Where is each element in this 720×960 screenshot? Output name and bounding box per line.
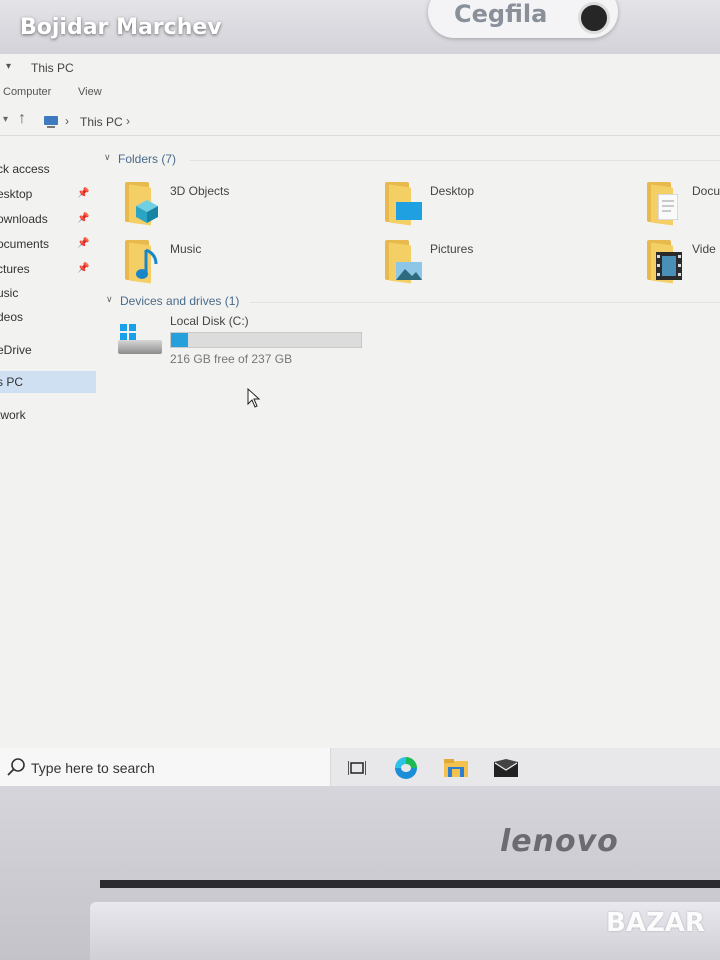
content-pane: ∨ Folders (7) 3D Objects Desktop Docu Mu… <box>100 144 720 764</box>
landscape-icon <box>396 262 422 280</box>
quick-access-dropdown-icon[interactable]: ▾ <box>6 61 11 72</box>
mouse-pointer-icon <box>247 388 261 408</box>
nav-item-this-pc[interactable]: s PC <box>0 371 96 393</box>
nav-item-label: s PC <box>0 375 24 389</box>
hard-drive-icon <box>118 324 164 358</box>
mail-button[interactable] <box>482 748 530 786</box>
ribbon-tabs: Computer View <box>0 82 720 104</box>
folder-pictures[interactable]: Pictures <box>382 238 612 288</box>
folder-icon <box>382 180 422 226</box>
file-explorer-icon <box>444 759 468 777</box>
folder-music[interactable]: Music <box>122 238 352 288</box>
document-icon <box>658 194 678 220</box>
music-note-icon <box>136 248 158 279</box>
address-bar[interactable]: ▾ ↑ › This PC › <box>0 109 720 136</box>
folder-label: Docu <box>692 184 720 198</box>
folder-icon <box>122 238 162 284</box>
collapse-chevron-icon[interactable]: ∨ <box>104 152 111 163</box>
folder-icon <box>382 238 422 284</box>
nav-item-label: ck access <box>0 162 50 176</box>
nav-item-documents[interactable]: ocuments 📌 <box>0 233 96 255</box>
folder-label: Vide <box>692 242 716 256</box>
this-pc-icon <box>44 116 58 128</box>
folder-icon <box>122 180 162 226</box>
nav-item-label: eDrive <box>0 343 32 357</box>
nav-item-label: deos <box>0 310 24 324</box>
group-divider <box>190 160 720 161</box>
pin-icon: 📌 <box>77 213 90 224</box>
drive-usage-fill <box>171 333 188 347</box>
up-arrow-icon[interactable]: ↑ <box>18 110 26 128</box>
folder-label: 3D Objects <box>170 184 230 198</box>
watermark: BAZAR <box>606 908 705 938</box>
task-view-icon <box>348 761 366 775</box>
laptop-bottom-bezel: lenovo BAZAR <box>0 786 720 960</box>
mail-icon <box>494 759 518 777</box>
desktop-icon <box>396 202 422 220</box>
nav-item-label: twork <box>0 408 26 422</box>
folder-label: Music <box>170 242 202 256</box>
edge-icon <box>395 757 417 779</box>
folders-group-header[interactable]: Folders (7) <box>118 152 176 166</box>
breadcrumb-this-pc[interactable]: This PC <box>80 115 123 129</box>
drive-free-space: 216 GB free of 237 GB <box>170 352 293 366</box>
nav-item-onedrive[interactable]: eDrive <box>0 339 96 361</box>
taskbar: Type here to search <box>0 748 720 786</box>
nav-item-network[interactable]: twork <box>0 404 96 426</box>
group-divider <box>250 302 720 303</box>
film-icon <box>656 252 682 280</box>
laptop-hinge <box>100 880 720 888</box>
drive-local-disk-c[interactable]: Local Disk (C:) 216 GB free of 237 GB <box>118 314 378 374</box>
nav-item-label: esktop <box>0 187 33 201</box>
drive-usage-bar <box>170 332 362 348</box>
file-explorer-button[interactable] <box>432 748 480 786</box>
laptop-screen: ▾ This PC Computer View ▾ ↑ › This PC › … <box>0 54 720 786</box>
breadcrumb-chevron-icon[interactable]: › <box>65 114 69 128</box>
folder-label: Desktop <box>430 184 475 198</box>
folder-documents[interactable]: Docu <box>644 180 720 230</box>
pin-icon: 📌 <box>77 263 90 274</box>
laptop-brand-logo: lenovo <box>500 824 619 859</box>
window-title: This PC <box>31 61 74 75</box>
folder-label: Pictures <box>430 242 474 256</box>
search-placeholder: Type here to search <box>31 760 155 776</box>
webcam-shutter-label: Cegfila <box>454 0 548 28</box>
folder-icon <box>644 238 684 284</box>
drive-label: Local Disk (C:) <box>170 314 249 328</box>
webcam-lens-icon <box>578 2 610 34</box>
folder-3d-objects[interactable]: 3D Objects <box>122 180 352 230</box>
pin-icon: 📌 <box>77 238 90 249</box>
collapse-chevron-icon[interactable]: ∨ <box>106 294 113 305</box>
webcam-shutter: Cegfila <box>428 0 618 38</box>
folder-videos[interactable]: Vide <box>644 238 720 288</box>
laptop-top-bezel: Bojidar Marchev Cegfila <box>0 0 720 56</box>
nav-item-quick-access[interactable]: ck access <box>0 158 96 180</box>
tab-computer[interactable]: Computer <box>3 86 51 98</box>
nav-item-downloads[interactable]: ownloads 📌 <box>0 208 96 230</box>
search-icon <box>7 758 25 776</box>
task-view-button[interactable] <box>332 748 380 786</box>
nav-item-desktop[interactable]: esktop 📌 <box>0 183 96 205</box>
navigation-pane: ck access esktop 📌 ownloads 📌 ocuments 📌 ct… <box>0 154 100 754</box>
breadcrumb-chevron-icon[interactable]: › <box>126 114 130 128</box>
nav-item-pictures[interactable]: ctures 📌 <box>0 258 96 280</box>
nav-item-music[interactable]: usic <box>0 282 96 304</box>
tab-view[interactable]: View <box>78 86 102 98</box>
pin-icon: 📌 <box>77 188 90 199</box>
nav-item-videos[interactable]: deos <box>0 306 96 328</box>
nav-item-label: usic <box>0 286 19 300</box>
devices-group-header[interactable]: Devices and drives (1) <box>120 294 239 308</box>
recent-locations-icon[interactable]: ▾ <box>3 114 8 125</box>
seller-name-overlay: Bojidar Marchev <box>20 15 222 40</box>
nav-item-label: ownloads <box>0 212 48 226</box>
nav-item-label: ctures <box>0 262 30 276</box>
title-bar: ▾ This PC <box>0 54 720 82</box>
folder-desktop[interactable]: Desktop <box>382 180 612 230</box>
cube-icon <box>136 200 158 223</box>
folder-icon <box>644 180 684 226</box>
nav-item-label: ocuments <box>0 237 50 251</box>
taskbar-search-box[interactable]: Type here to search <box>0 748 331 786</box>
windows-logo-icon <box>120 324 136 340</box>
edge-button[interactable] <box>382 748 430 786</box>
